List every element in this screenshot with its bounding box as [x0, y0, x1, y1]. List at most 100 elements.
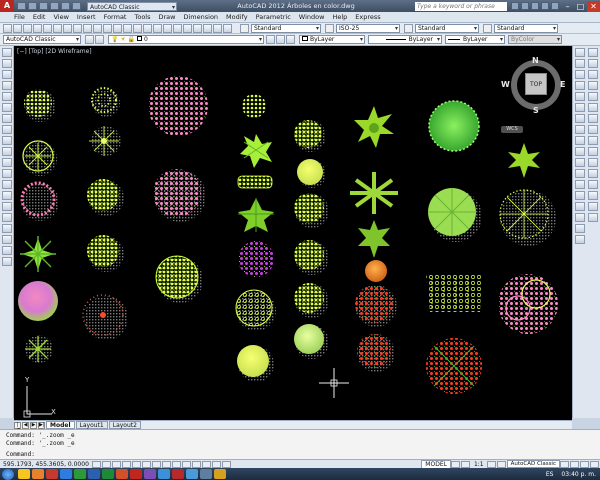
move-icon[interactable]: [574, 103, 585, 112]
viewcube-top-face[interactable]: TOP: [525, 73, 547, 95]
start-button[interactable]: [2, 468, 14, 480]
tab-last-button[interactable]: ▶|: [38, 421, 45, 429]
hatch-back-icon[interactable]: [588, 114, 599, 123]
zoom-window-icon[interactable]: [143, 23, 152, 33]
send-under-icon[interactable]: [588, 92, 599, 101]
redo-icon[interactable]: [61, 2, 70, 10]
id-point-icon[interactable]: [588, 169, 599, 178]
lineweight-dropdown[interactable]: ByLayer: [445, 35, 505, 44]
help-icon[interactable]: [223, 23, 232, 33]
compass-east[interactable]: E: [560, 80, 565, 89]
hatch-icon[interactable]: [1, 202, 12, 211]
rotate-icon[interactable]: [574, 114, 585, 123]
favorites-icon[interactable]: [541, 2, 549, 10]
command-prompt[interactable]: Command:: [6, 451, 600, 459]
offset-icon[interactable]: [574, 81, 585, 90]
menu-tools[interactable]: Tools: [134, 13, 150, 21]
dim-style-dropdown[interactable]: ISO-25: [336, 23, 400, 33]
break-icon[interactable]: [574, 180, 585, 189]
polyline-icon[interactable]: [1, 70, 12, 79]
close-button[interactable]: ✕: [587, 0, 600, 12]
circle-icon[interactable]: [1, 114, 12, 123]
system-clock[interactable]: 03:40 p. m.: [561, 471, 600, 478]
attribute-icon[interactable]: [588, 213, 599, 222]
plotstyle-dropdown[interactable]: ByColor: [508, 35, 562, 44]
point-icon[interactable]: [1, 191, 12, 200]
text-style-dropdown[interactable]: Standard: [251, 23, 321, 33]
add-selected-icon[interactable]: [1, 257, 12, 266]
calculator-icon[interactable]: [213, 23, 222, 33]
construction-line-icon[interactable]: [1, 59, 12, 68]
menu-help[interactable]: Help: [332, 13, 347, 21]
osnap-icon[interactable]: [142, 460, 151, 468]
multiline-text-icon[interactable]: [1, 246, 12, 255]
drawing-viewport[interactable]: [−] [Top] [2D Wireframe] Y X TOP N S E W…: [14, 46, 572, 420]
transparency-icon[interactable]: [202, 460, 211, 468]
join-icon[interactable]: [574, 191, 585, 200]
app-icon[interactable]: [74, 469, 86, 479]
zoom-realtime-icon[interactable]: [133, 23, 142, 33]
layer-properties-icon[interactable]: [95, 35, 104, 44]
chamfer-icon[interactable]: [574, 202, 585, 211]
maximize-button[interactable]: □: [574, 1, 587, 12]
compass-west[interactable]: W: [501, 80, 510, 89]
region-mass-icon[interactable]: [588, 180, 599, 189]
region-icon[interactable]: [1, 224, 12, 233]
ucs-menu-button[interactable]: WCS: [501, 126, 523, 133]
excel-icon[interactable]: [102, 469, 114, 479]
autoscale-icon[interactable]: [496, 460, 506, 468]
linetype-dropdown[interactable]: ByLayer: [368, 35, 442, 44]
menu-modify[interactable]: Modify: [226, 13, 248, 21]
app-icon[interactable]: [214, 469, 226, 479]
table-style-dropdown[interactable]: Standard: [415, 23, 479, 33]
app-icon[interactable]: [158, 469, 170, 479]
explode-icon[interactable]: [574, 235, 585, 244]
tab-layout2[interactable]: Layout2: [108, 421, 141, 429]
otrack-icon[interactable]: [162, 460, 171, 468]
workspaces-dropdown[interactable]: AutoCAD Classic: [3, 35, 81, 44]
ungroup-icon[interactable]: [588, 202, 599, 211]
ellipse-icon[interactable]: [1, 147, 12, 156]
subscription-icon[interactable]: [521, 2, 529, 10]
make-block-icon[interactable]: [1, 180, 12, 189]
search-input[interactable]: Type a keyword or phrase: [415, 1, 507, 11]
open-icon[interactable]: [13, 23, 22, 33]
distance-icon[interactable]: [588, 147, 599, 156]
infer-constraints-icon[interactable]: [92, 460, 101, 468]
stretch-icon[interactable]: [574, 136, 585, 145]
layer-state-icon[interactable]: [286, 35, 295, 44]
grid-icon[interactable]: [112, 460, 121, 468]
blend-curves-icon[interactable]: [574, 224, 585, 233]
dyn-icon[interactable]: [182, 460, 191, 468]
draw-order-icon[interactable]: [588, 48, 599, 57]
bring-above-icon[interactable]: [588, 81, 599, 90]
command-line[interactable]: Command: '_.zoom _e Command: '_.zoom _e …: [0, 429, 600, 459]
firefox-icon[interactable]: [32, 469, 44, 479]
undo-icon[interactable]: [103, 23, 112, 33]
quick-select-icon[interactable]: [588, 125, 599, 134]
minimize-button[interactable]: –: [561, 1, 574, 12]
snap-icon[interactable]: [102, 460, 111, 468]
paste-icon[interactable]: [83, 23, 92, 33]
undo-icon[interactable]: [50, 2, 59, 10]
line-icon[interactable]: [1, 48, 12, 57]
layer-dropdown[interactable]: 💡 ☀ 🔓 0: [108, 35, 264, 44]
tab-layout1[interactable]: Layout1: [75, 421, 108, 429]
menu-file[interactable]: File: [14, 13, 25, 21]
lineweight-display-icon[interactable]: [192, 460, 201, 468]
revision-cloud-icon[interactable]: [1, 125, 12, 134]
word-icon[interactable]: [88, 469, 100, 479]
autocad-icon[interactable]: [130, 469, 142, 479]
plot-icon[interactable]: [33, 23, 42, 33]
app-logo-icon[interactable]: A: [0, 0, 14, 12]
publish-icon[interactable]: [53, 23, 62, 33]
list-icon[interactable]: [588, 136, 599, 145]
bring-front-icon[interactable]: [588, 59, 599, 68]
compass-south[interactable]: S: [533, 106, 539, 115]
insert-block-icon[interactable]: [1, 169, 12, 178]
workspace-settings-icon[interactable]: [85, 35, 94, 44]
menu-draw[interactable]: Draw: [159, 13, 176, 21]
quick-view-layouts-icon[interactable]: [450, 460, 460, 468]
group-icon[interactable]: [588, 191, 599, 200]
ducs-icon[interactable]: [172, 460, 181, 468]
